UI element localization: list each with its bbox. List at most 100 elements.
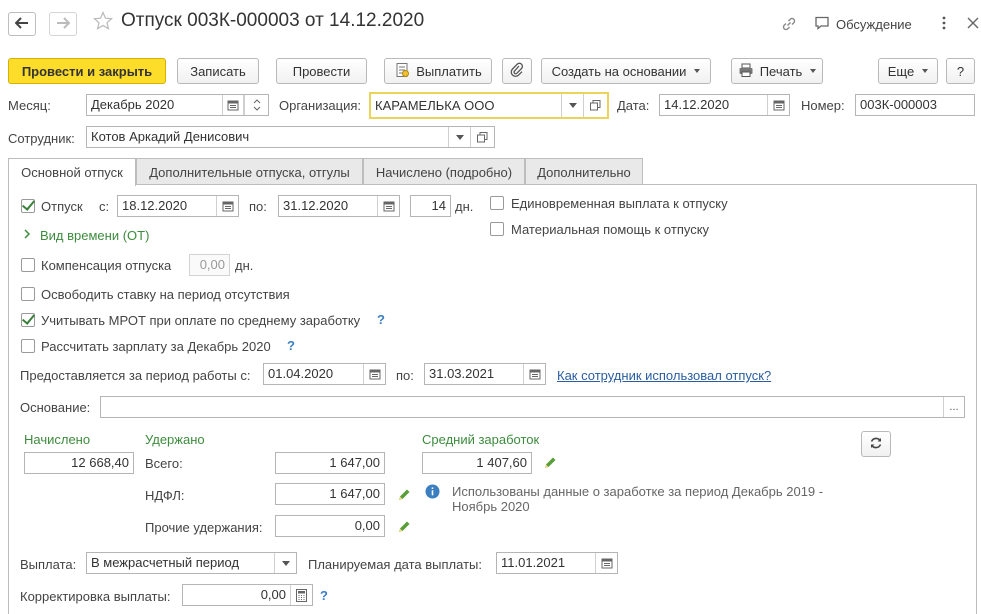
star-icon[interactable]	[92, 11, 114, 34]
chevron-right-icon	[22, 228, 32, 243]
payout-correction-label: Корректировка выплаты:	[20, 589, 171, 604]
calendar-icon[interactable]	[222, 95, 244, 115]
back-button[interactable]	[8, 12, 36, 36]
refresh-icon	[869, 436, 883, 453]
chevron-down-icon	[694, 69, 701, 73]
compensation-checkbox[interactable]	[21, 258, 35, 272]
link-icon[interactable]	[780, 15, 798, 36]
post-and-close-button[interactable]: Провести и закрыть	[8, 58, 166, 84]
print-button[interactable]: Печать	[731, 58, 823, 84]
pencil-icon[interactable]	[543, 456, 557, 473]
create-based-on-button[interactable]: Создать на основании	[541, 58, 711, 84]
employee-label: Сотрудник:	[8, 131, 75, 146]
compensation-days-field[interactable]: 0,00	[189, 254, 230, 276]
calendar-icon[interactable]	[216, 196, 238, 216]
organization-field[interactable]: КАРАМЕЛЬКА ООО	[369, 92, 609, 119]
create-based-label: Создать на основании	[551, 63, 687, 79]
help-icon[interactable]: ?	[320, 588, 328, 603]
month-field[interactable]: Декабрь 2020	[86, 94, 269, 116]
vacation-from-field[interactable]: 18.12.2020	[117, 195, 239, 217]
vacation-days-field[interactable]: 14	[410, 195, 451, 217]
open-icon[interactable]	[583, 94, 607, 117]
forward-button[interactable]	[49, 12, 77, 36]
info-icon	[425, 484, 440, 502]
average-earnings-field[interactable]: 1 407,60	[422, 452, 532, 474]
payout-correction-field[interactable]: 0,00	[182, 584, 313, 606]
basis-field[interactable]: ...	[100, 396, 965, 418]
help-button[interactable]: ?	[946, 58, 975, 84]
vacation-to-field[interactable]: 31.12.2020	[278, 195, 400, 217]
accrued-label: Начислено	[24, 432, 91, 447]
calculator-icon[interactable]	[290, 585, 312, 605]
pencil-icon[interactable]	[397, 488, 411, 505]
month-stepper[interactable]	[244, 95, 268, 115]
lump-sum-checkbox[interactable]	[490, 196, 504, 210]
document-icon	[394, 62, 410, 81]
release-rate-checkbox[interactable]	[21, 287, 35, 301]
calendar-icon[interactable]	[523, 364, 545, 384]
period-label: Предоставляется за период работы с:	[20, 368, 251, 383]
tab-additional[interactable]: Дополнительно	[525, 158, 643, 185]
date-label: Дата:	[617, 98, 650, 113]
more-button[interactable]: Еще	[878, 58, 938, 84]
accrued-field[interactable]: 12 668,40	[24, 452, 134, 474]
attach-button[interactable]	[502, 58, 532, 84]
help-icon[interactable]: ?	[377, 312, 385, 327]
payout-label: Выплата:	[20, 557, 77, 572]
basis-select-button[interactable]: ...	[943, 397, 964, 417]
calendar-icon[interactable]	[377, 196, 399, 216]
discussion-button[interactable]: Обсуждение	[814, 15, 912, 34]
info-text-line-2: Ноябрь 2020	[452, 499, 530, 514]
planned-date-field[interactable]: 11.01.2021	[496, 552, 618, 574]
other-withholdings-field[interactable]: 0,00	[275, 515, 385, 537]
save-button[interactable]: Записать	[177, 58, 259, 84]
tab-accrued-detailed[interactable]: Начислено (подробно)	[363, 158, 525, 185]
material-aid-checkbox[interactable]	[490, 222, 504, 236]
period-to-value: 31.03.2021	[429, 366, 495, 381]
vacation-usage-link[interactable]: Как сотрудник использовал отпуск?	[557, 368, 771, 383]
payout-select[interactable]: В межрасчетный период	[86, 552, 297, 574]
ndfl-label: НДФЛ:	[145, 488, 185, 503]
page-title: Отпуск 003К-000003 от 14.12.2020	[121, 10, 425, 31]
period-to-field[interactable]: 31.03.2021	[424, 363, 546, 385]
open-icon[interactable]	[470, 127, 494, 147]
pencil-icon[interactable]	[397, 520, 411, 537]
date-field[interactable]: 14.12.2020	[659, 94, 790, 116]
payout-correction-value: 0,00	[260, 587, 286, 602]
vacation-label: Отпуск	[41, 199, 83, 214]
number-field[interactable]: 003К-000003	[855, 94, 975, 116]
recalculate-button[interactable]	[861, 431, 891, 457]
vacation-checkbox[interactable]	[21, 199, 35, 213]
pay-button[interactable]: Выплатить	[384, 58, 492, 84]
total-withheld-field[interactable]: 1 647,00	[275, 452, 385, 474]
compensation-label: Компенсация отпуска	[41, 258, 172, 273]
dropdown-icon[interactable]	[274, 553, 296, 573]
chevron-down-icon	[922, 69, 929, 73]
dropdown-icon[interactable]	[561, 94, 583, 117]
mrot-checkbox[interactable]	[21, 313, 35, 327]
help-icon[interactable]: ?	[287, 338, 295, 353]
close-icon[interactable]	[966, 16, 980, 33]
period-to-label: по:	[396, 368, 414, 383]
time-type-toggle[interactable]: Вид времени (ОТ)	[22, 228, 149, 243]
calc-salary-checkbox[interactable]	[21, 339, 35, 353]
basis-label: Основание:	[20, 400, 91, 415]
more-vertical-icon[interactable]	[940, 15, 948, 34]
dropdown-icon[interactable]	[448, 127, 470, 147]
tab-additional-vacations[interactable]: Дополнительные отпуска, отгулы	[136, 158, 363, 185]
calendar-icon[interactable]	[767, 95, 789, 115]
payout-value: В межрасчетный период	[91, 555, 240, 570]
post-button[interactable]: Провести	[276, 58, 367, 84]
employee-field[interactable]: Котов Аркадий Денисович	[86, 126, 495, 148]
chat-icon	[814, 15, 830, 34]
month-value: Декабрь 2020	[91, 97, 175, 112]
calendar-icon[interactable]	[595, 553, 617, 573]
ndfl-field[interactable]: 1 647,00	[275, 483, 385, 505]
mrot-label: Учитывать МРОТ при оплате по среднему за…	[41, 313, 361, 328]
calendar-icon[interactable]	[363, 364, 385, 384]
lump-sum-label: Единовременная выплата к отпуску	[511, 196, 728, 211]
period-from-value: 01.04.2020	[268, 366, 334, 381]
period-from-field[interactable]: 01.04.2020	[263, 363, 386, 385]
tab-main-vacation[interactable]: Основной отпуск	[8, 158, 136, 186]
print-label: Печать	[759, 63, 803, 79]
